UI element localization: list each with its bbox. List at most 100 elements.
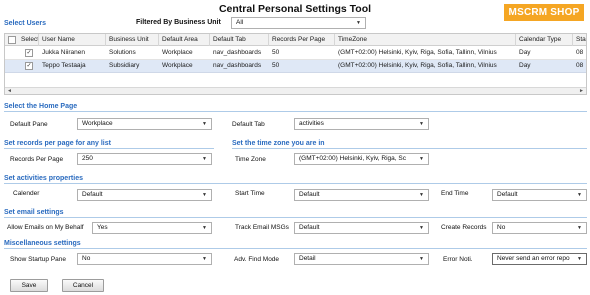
chevron-down-icon: ▼ <box>419 192 424 198</box>
create-records-select[interactable]: No ▼ <box>492 222 587 234</box>
records-per-page-value: 250 <box>82 155 93 162</box>
track-email-label: Track Email MSGs <box>235 224 289 231</box>
cell-calendar-type: Day <box>519 49 531 56</box>
default-tab-select[interactable]: activities ▼ <box>294 118 429 130</box>
cell-sta: 08 <box>576 49 584 56</box>
row-checkbox[interactable]: ✓ <box>25 62 33 70</box>
chevron-down-icon: ▼ <box>419 156 424 162</box>
cancel-button[interactable]: Cancel <box>62 279 104 292</box>
col-default-area[interactable]: Default Area <box>159 34 210 46</box>
error-notification-select[interactable]: Never send an error repo ▼ <box>492 253 587 265</box>
col-select[interactable]: Select <box>18 34 39 46</box>
startup-pane-select[interactable]: No ▼ <box>77 253 212 265</box>
col-timezone[interactable]: TimeZone <box>335 34 516 46</box>
track-email-value: Default <box>299 224 320 231</box>
scroll-right-icon[interactable]: ► <box>579 88 584 94</box>
default-pane-select[interactable]: Workplace ▼ <box>77 118 212 130</box>
end-time-select[interactable]: Default ▼ <box>492 189 587 201</box>
end-time-label: End Time <box>441 190 469 197</box>
horizontal-scrollbar[interactable]: ◄ ► <box>5 87 586 94</box>
filter-label: Filtered By Business Unit <box>136 19 221 26</box>
cell-user-name: Teppo Testaaja <box>42 62 86 69</box>
misc-heading: Miscellaneous settings <box>4 240 81 247</box>
default-tab-value: activities <box>299 120 324 127</box>
time-zone-select[interactable]: (GMT+02:00) Helsinki, Kyiv, Riga, Sc ▼ <box>294 153 429 165</box>
start-time-select[interactable]: Default ▼ <box>294 189 429 201</box>
startup-pane-label: Show Startup Pane <box>10 256 67 263</box>
chevron-down-icon: ▼ <box>577 192 582 198</box>
chevron-down-icon: ▼ <box>419 256 424 262</box>
cell-default-area: Workplace <box>162 49 193 56</box>
adv-find-mode-value: Detail <box>299 255 316 262</box>
section-divider <box>4 183 587 184</box>
cell-default-area: Workplace <box>162 62 193 69</box>
select-all-checkbox[interactable] <box>8 36 16 44</box>
cell-default-tab: nav_dashboards <box>213 62 262 69</box>
create-records-value: No <box>497 224 506 231</box>
records-per-page-label: Records Per Page <box>10 156 64 163</box>
time-zone-value: (GMT+02:00) Helsinki, Kyiv, Riga, Sc <box>299 155 406 162</box>
start-time-value: Default <box>299 191 320 198</box>
cell-sta: 08 <box>576 62 584 69</box>
timezone-heading: Set the time zone you are in <box>232 140 325 147</box>
adv-find-mode-select[interactable]: Detail ▼ <box>294 253 429 265</box>
cell-timezone: (GMT+02:00) Helsinki, Kyiv, Riga, Sofia,… <box>338 49 497 56</box>
end-time-value: Default <box>497 191 518 198</box>
chevron-down-icon: ▼ <box>202 256 207 262</box>
section-divider <box>4 148 214 149</box>
cell-business-unit: Solutions <box>109 49 136 56</box>
section-divider <box>4 217 587 218</box>
table-row[interactable]: ✓ Teppo Testaaja Subsidiary Workplace na… <box>5 60 586 73</box>
chevron-down-icon: ▼ <box>577 225 582 231</box>
chevron-down-icon: ▼ <box>202 121 207 127</box>
chevron-down-icon: ▼ <box>202 192 207 198</box>
cell-calendar-type: Day <box>519 62 531 69</box>
brand-logo: MSCRM SHOP <box>504 4 584 21</box>
scroll-left-icon[interactable]: ◄ <box>7 88 12 94</box>
section-divider <box>232 148 587 149</box>
app-title: Central Personal Settings Tool <box>218 3 372 15</box>
col-default-tab[interactable]: Default Tab <box>210 34 269 46</box>
allow-emails-value: Yes <box>97 224 108 231</box>
startup-pane-value: No <box>82 255 91 262</box>
chevron-down-icon: ▼ <box>356 20 361 26</box>
col-records-per-page[interactable]: Records Per Page <box>269 34 335 46</box>
time-zone-label: Time Zone <box>235 156 266 163</box>
calendar-select[interactable]: Default ▼ <box>77 189 212 201</box>
select-users-heading: Select Users <box>4 20 47 27</box>
grid-header: Select User Name Business Unit Default A… <box>5 34 586 46</box>
col-calendar-type[interactable]: Calendar Type <box>516 34 573 46</box>
email-heading: Set email settings <box>4 209 64 216</box>
records-per-page-select[interactable]: 250 ▼ <box>77 153 212 165</box>
chevron-down-icon: ▼ <box>202 156 207 162</box>
section-divider <box>4 248 587 249</box>
col-business-unit[interactable]: Business Unit <box>106 34 159 46</box>
cell-user-name: Jukka Niiranen <box>42 49 85 56</box>
error-notification-label: Error Noti. <box>443 256 473 263</box>
users-grid: Select User Name Business Unit Default A… <box>4 33 587 95</box>
cell-business-unit: Subsidiary <box>109 62 140 69</box>
col-user-name[interactable]: User Name <box>39 34 106 46</box>
section-divider <box>4 111 587 112</box>
calendar-value: Default <box>82 191 103 198</box>
default-pane-value: Workplace <box>82 120 113 127</box>
cell-records-per-page: 50 <box>272 62 280 69</box>
activities-heading: Set activities properties <box>4 175 83 182</box>
adv-find-mode-label: Adv. Find Mode <box>234 256 280 263</box>
chevron-down-icon: ▼ <box>419 121 424 127</box>
chevron-down-icon: ▼ <box>577 256 582 262</box>
allow-emails-select[interactable]: Yes ▼ <box>92 222 212 234</box>
cell-timezone: (GMT+02:00) Helsinki, Kyiv, Riga, Sofia,… <box>338 62 497 69</box>
row-checkbox[interactable]: ✓ <box>25 49 33 57</box>
business-unit-filter-value: All <box>236 19 244 26</box>
col-sta[interactable]: Sta <box>573 34 586 46</box>
save-button[interactable]: Save <box>10 279 48 292</box>
table-row[interactable]: ✓ Jukka Niiranen Solutions Workplace nav… <box>5 47 586 60</box>
chevron-down-icon: ▼ <box>202 225 207 231</box>
default-tab-label: Default Tab <box>232 121 265 128</box>
track-email-select[interactable]: Default ▼ <box>294 222 429 234</box>
home-page-heading: Select the Home Page <box>4 103 78 110</box>
records-heading: Set records per page for any list <box>4 140 111 147</box>
cell-records-per-page: 50 <box>272 49 280 56</box>
business-unit-filter[interactable]: All ▼ <box>231 17 366 29</box>
